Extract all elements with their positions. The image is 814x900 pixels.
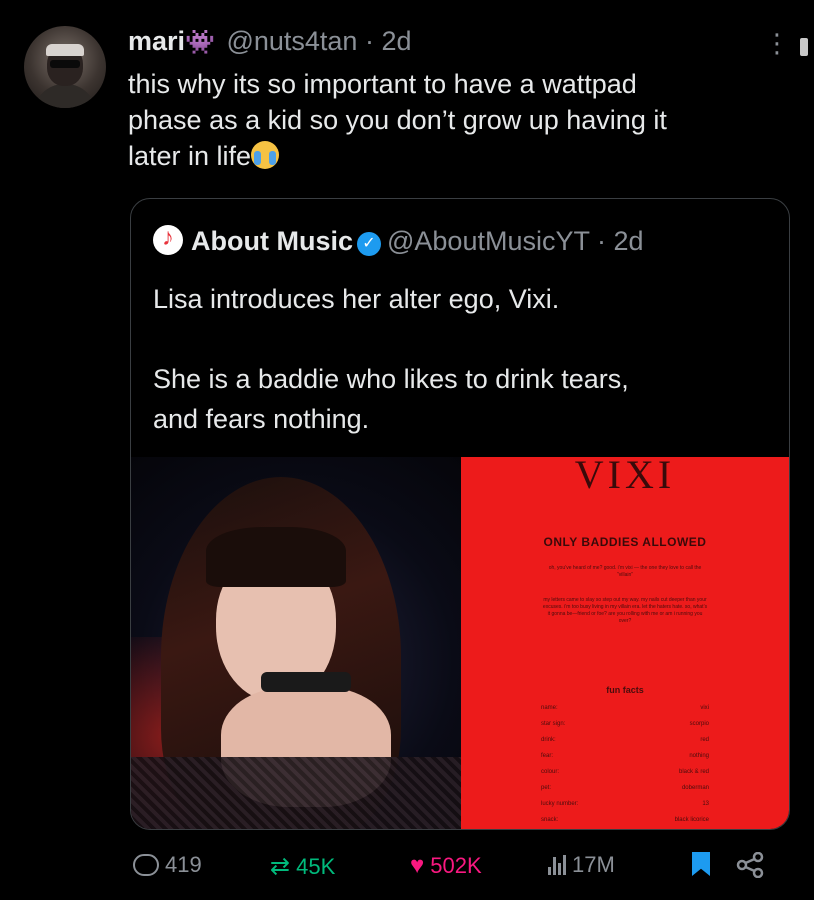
like-button[interactable]: ♥ 502K bbox=[410, 852, 482, 880]
quoted-display-name[interactable]: About Music bbox=[191, 226, 353, 256]
poster-title: VIXI bbox=[574, 457, 676, 497]
reply-button[interactable]: 419 bbox=[133, 852, 202, 878]
retweet-icon: ⇄ bbox=[270, 853, 291, 880]
avatar-headband bbox=[46, 44, 84, 56]
portrait-photo[interactable] bbox=[131, 457, 461, 829]
fact-value: black licorice bbox=[674, 817, 709, 823]
bookmark-button[interactable] bbox=[692, 852, 716, 876]
share-button[interactable] bbox=[736, 851, 770, 884]
fact-key: name: bbox=[541, 705, 558, 711]
fact-key: lucky number: bbox=[541, 801, 579, 807]
fact-value: nothing bbox=[689, 753, 709, 759]
avatar[interactable] bbox=[24, 26, 106, 108]
fact-value: 13 bbox=[702, 801, 709, 807]
verified-badge-icon: ✓ bbox=[357, 232, 381, 256]
bookmark-icon bbox=[692, 852, 710, 876]
like-count: 502K bbox=[430, 853, 482, 878]
poster-facts-heading: fun facts bbox=[606, 685, 644, 695]
loudly-crying-emoji-icon bbox=[251, 141, 280, 169]
scrollbar[interactable] bbox=[800, 38, 808, 56]
poster-subtitle: ONLY BADDIES ALLOWED bbox=[543, 535, 707, 549]
quoted-tweet-text: Lisa introduces her alter ego, Vixi. She… bbox=[153, 284, 629, 434]
display-name[interactable]: mari bbox=[128, 26, 185, 56]
fact-value: vixi bbox=[700, 705, 709, 711]
fact-key: snack: bbox=[541, 817, 559, 823]
fact-key: drink: bbox=[541, 737, 556, 743]
views-icon bbox=[548, 855, 566, 875]
music-note-logo-icon bbox=[153, 224, 183, 255]
quoted-time[interactable]: · 2d bbox=[597, 226, 644, 256]
quoted-handle[interactable]: @AboutMusicYT bbox=[387, 226, 590, 256]
tweet-time[interactable]: · 2d bbox=[365, 26, 412, 56]
avatar-body bbox=[34, 84, 96, 108]
views-button[interactable]: 17M bbox=[548, 852, 615, 878]
alien-emoji-icon: 👾 bbox=[185, 29, 215, 56]
retweet-button[interactable]: ⇄ 45K bbox=[270, 852, 335, 881]
fact-value: doberman bbox=[681, 785, 709, 791]
reply-count: 419 bbox=[165, 852, 202, 877]
share-icon bbox=[736, 851, 764, 884]
user-handle[interactable]: @nuts4tan bbox=[226, 26, 357, 56]
poster-body-paragraph: my letters came to slay so step out my w… bbox=[542, 597, 708, 624]
black-nails-shape bbox=[261, 672, 351, 692]
fact-key: star sign: bbox=[541, 721, 566, 727]
fact-value: red bbox=[700, 737, 709, 743]
tweet-text: this why its so important to have a watt… bbox=[128, 66, 778, 174]
more-options-icon[interactable]: ⋮ bbox=[764, 30, 790, 56]
views-count: 17M bbox=[572, 852, 615, 877]
heart-icon: ♥ bbox=[410, 852, 425, 879]
lace-sleeve-shape bbox=[131, 757, 461, 829]
quoted-tweet[interactable]: About Music✓@AboutMusicYT · 2d Lisa intr… bbox=[130, 198, 790, 830]
reply-icon bbox=[133, 854, 159, 876]
tweet-body: this why its so important to have a watt… bbox=[128, 69, 667, 171]
vixi-poster-image[interactable]: VIXI ONLY BADDIES ALLOWED oh, you’ve hea… bbox=[461, 457, 789, 829]
avatar-sunglasses bbox=[50, 60, 80, 68]
bangs-shape bbox=[206, 527, 346, 587]
fact-key: fear: bbox=[541, 753, 554, 759]
media-grid: VIXI ONLY BADDIES ALLOWED oh, you’ve hea… bbox=[131, 457, 789, 829]
tweet-header: mari👾 @nuts4tan · 2d bbox=[128, 26, 412, 57]
quoted-tweet-header: About Music✓@AboutMusicYT · 2d bbox=[153, 224, 644, 257]
poster-intro-paragraph: oh, you’ve heard of me? good. i’m vixi —… bbox=[548, 565, 702, 578]
action-bar: 419 ⇄ 45K ♥ 502K 17M bbox=[0, 838, 814, 894]
fact-key: pet: bbox=[541, 785, 552, 791]
fact-value: black & red bbox=[678, 769, 709, 775]
retweet-count: 45K bbox=[296, 853, 336, 879]
fact-key: colour: bbox=[541, 769, 560, 775]
fact-value: scorpio bbox=[689, 721, 709, 727]
